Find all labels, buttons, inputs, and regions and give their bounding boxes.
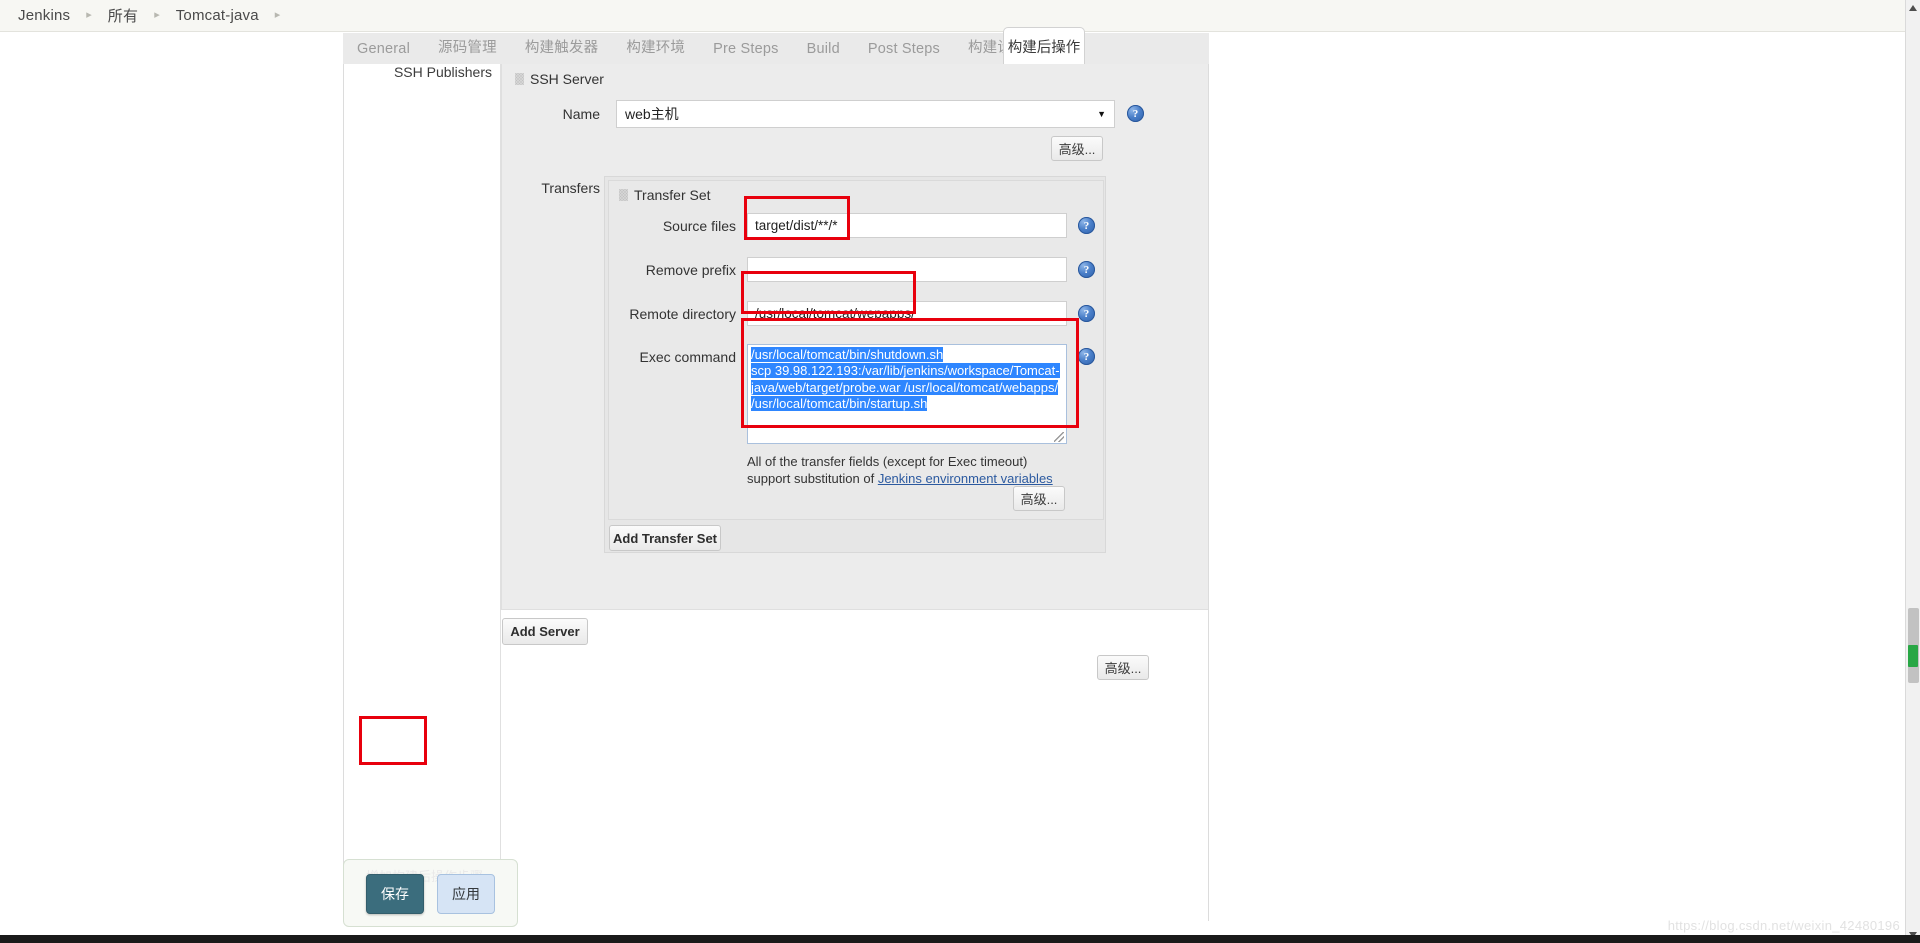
chevron-down-icon: ▼: [1097, 108, 1106, 119]
help-icon-remote-directory[interactable]: ?: [1078, 305, 1095, 322]
remote-directory-input[interactable]: [747, 301, 1067, 326]
exec-command-row: Exec command /usr/local/tomcat/bin/shutd…: [609, 344, 1105, 444]
ssh-server-name-row: Name web主机 ▼ ?: [502, 100, 1208, 128]
form-action-bar: 增加构建后操作步骤 保存 应用: [343, 859, 518, 927]
jenkins-config-page: Jenkins ▸ 所有 ▸ Tomcat-java ▸ General 源码管…: [0, 0, 1920, 943]
ssh-server-name-select[interactable]: web主机 ▼: [616, 100, 1115, 128]
transfer-help-note-line2-prefix: support substitution of: [747, 471, 878, 486]
post-build-config-panel: SSH Publishers SSH Server Name web主机 ▼ ?…: [343, 64, 1209, 921]
page-right-background: [1209, 33, 1905, 921]
exec-command-textarea[interactable]: /usr/local/tomcat/bin/shutdown.sh scp 39…: [747, 344, 1067, 444]
advanced-transfer-button[interactable]: 高级...: [1013, 486, 1065, 511]
add-server-button[interactable]: Add Server: [502, 618, 588, 645]
breadcrumb-separator-1: ▸: [86, 9, 92, 21]
help-icon-ssh-name[interactable]: ?: [1127, 105, 1144, 122]
ssh-server-heading: SSH Server: [515, 71, 604, 87]
textarea-resize-handle-icon[interactable]: [1054, 432, 1064, 442]
exec-command-line-4: /usr/local/tomcat/bin/startup.sh: [751, 396, 928, 412]
ssh-server-block: SSH Server Name web主机 ▼ ? 高级... Transfer…: [501, 64, 1208, 610]
help-icon-remove-prefix[interactable]: ?: [1078, 261, 1095, 278]
transfers-label: Transfers: [541, 180, 600, 196]
remove-prefix-input[interactable]: [747, 257, 1067, 282]
scroll-up-arrow-icon[interactable]: [1909, 5, 1917, 11]
ssh-server-heading-label: SSH Server: [530, 71, 604, 87]
advanced-server-button[interactable]: 高级...: [1051, 136, 1103, 161]
save-button[interactable]: 保存: [366, 874, 424, 914]
tab-build-environment[interactable]: 构建环境: [612, 36, 699, 65]
ssh-publishers-label: SSH Publishers: [393, 64, 492, 80]
transfer-help-note-line1: All of the transfer fields (except for E…: [747, 454, 1028, 469]
panel-label-column: SSH Publishers: [344, 64, 501, 921]
source-files-input[interactable]: [747, 213, 1067, 238]
exec-command-line-2: scp 39.98.122.193:/var/lib/jenkins/works…: [751, 363, 1060, 379]
tab-source-management[interactable]: 源码管理: [424, 36, 511, 65]
breadcrumb: Jenkins ▸ 所有 ▸ Tomcat-java ▸: [0, 0, 1920, 32]
breadcrumb-separator-3: ▸: [274, 9, 281, 21]
transfer-set-heading: Transfer Set: [619, 187, 711, 203]
remove-prefix-label: Remove prefix: [645, 262, 736, 278]
bottom-edge-strip: [0, 935, 1920, 943]
transfer-set-heading-label: Transfer Set: [634, 187, 711, 203]
breadcrumb-item-tomcat-java[interactable]: Tomcat-java: [174, 7, 261, 24]
tab-build-triggers[interactable]: 构建触发器: [511, 36, 613, 65]
scrollbar-marker: [1908, 645, 1918, 667]
exec-command-line-1: /usr/local/tomcat/bin/shutdown.sh: [751, 347, 944, 362]
remove-prefix-row: Remove prefix ?: [609, 257, 1105, 282]
transfer-help-note: All of the transfer fields (except for E…: [747, 453, 1087, 487]
help-icon-source-files[interactable]: ?: [1078, 217, 1095, 234]
page-scrollbar[interactable]: [1905, 0, 1920, 943]
breadcrumb-item-jenkins[interactable]: Jenkins: [16, 7, 72, 24]
jenkins-env-variables-link[interactable]: Jenkins environment variables: [878, 471, 1053, 486]
remote-directory-row: Remote directory ?: [609, 301, 1105, 326]
breadcrumb-item-all[interactable]: 所有: [106, 5, 140, 26]
ssh-server-name-value: web主机: [625, 106, 679, 122]
transfers-box: Transfer Set Source files ? Remove prefi…: [604, 176, 1106, 553]
source-files-label: Source files: [662, 218, 736, 234]
drag-handle-icon[interactable]: [515, 73, 524, 85]
tab-pre-steps[interactable]: Pre Steps: [699, 41, 792, 65]
advanced-bottom-button[interactable]: 高级...: [1097, 655, 1149, 680]
help-icon-exec-command[interactable]: ?: [1078, 348, 1095, 365]
transfer-set-box: Transfer Set Source files ? Remove prefi…: [608, 180, 1104, 520]
add-transfer-set-button[interactable]: Add Transfer Set: [609, 525, 721, 551]
tab-build[interactable]: Build: [793, 41, 854, 65]
tab-general[interactable]: General: [343, 41, 424, 65]
name-label: Name: [562, 106, 600, 122]
breadcrumb-separator-2: ▸: [154, 9, 160, 21]
exec-command-line-3: java/web/target/probe.war /usr/local/tom…: [751, 379, 1059, 395]
remote-directory-label: Remote directory: [629, 306, 736, 322]
tab-post-steps[interactable]: Post Steps: [854, 41, 954, 65]
transfer-set-drag-handle-icon[interactable]: [619, 189, 628, 201]
watermark-text: https://blog.csdn.net/weixin_42480196: [1667, 918, 1900, 933]
apply-button[interactable]: 应用: [437, 874, 495, 914]
source-files-row: Source files ?: [609, 213, 1105, 238]
exec-command-label: Exec command: [639, 349, 736, 365]
tab-post-build-actions[interactable]: 构建后操作: [1003, 27, 1085, 65]
